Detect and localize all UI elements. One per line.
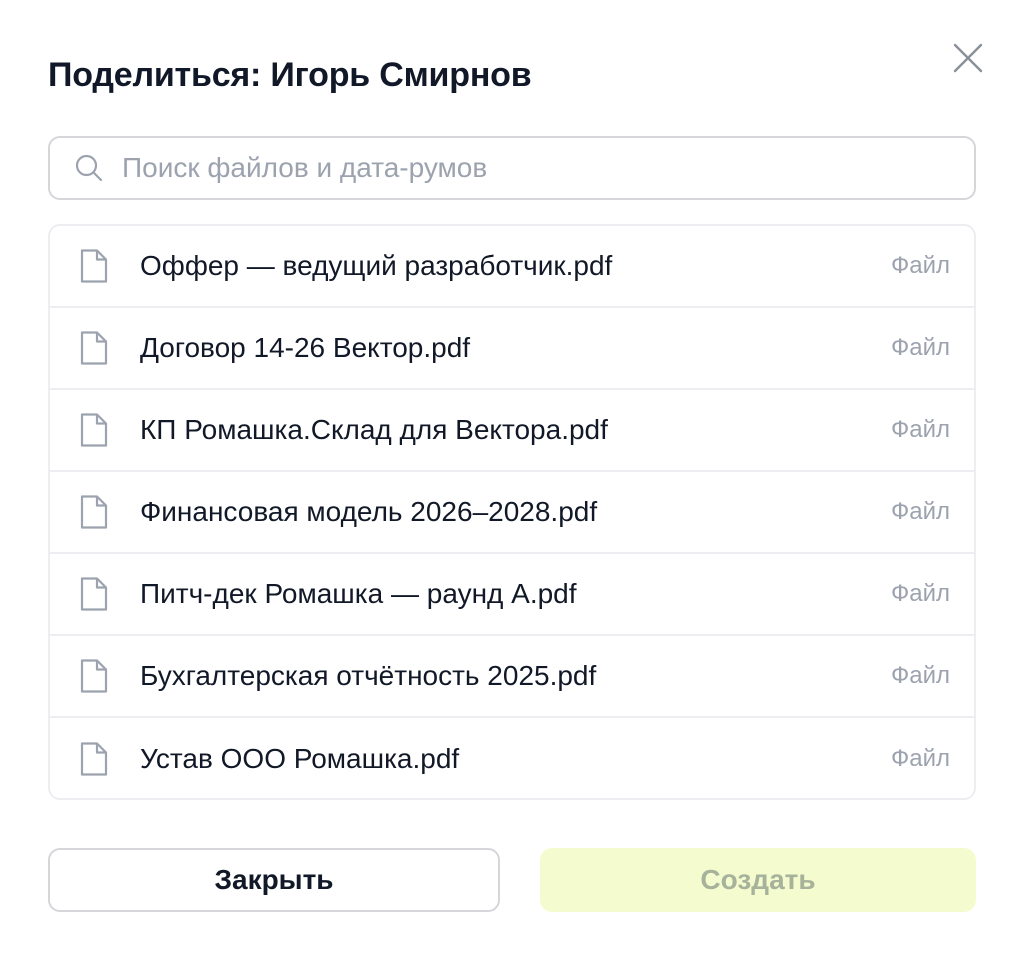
file-list: Оффер — ведущий разработчик.pdf Файл Догов… (48, 224, 976, 800)
file-type-label: Файл (890, 580, 950, 607)
file-row[interactable]: КП Ромашка.Склад для Вектора.pdf Файл (50, 390, 974, 472)
file-row[interactable]: Договор 14-26 Вектор.pdf Файл (50, 308, 974, 390)
create-button[interactable]: Создать (540, 848, 976, 912)
file-icon (78, 411, 110, 449)
search-input[interactable] (120, 139, 974, 197)
file-name: Питч-дек Ромашка — раунд А.pdf (140, 578, 577, 609)
file-name: Финансовая модель 2026–2028.pdf (140, 496, 598, 527)
file-type-label: Файл (890, 498, 950, 525)
file-name: Устав ООО Ромашка.pdf (140, 743, 460, 774)
file-row[interactable]: Питч-дек Ромашка — раунд А.pdf Файл (50, 554, 974, 636)
file-name: КП Ромашка.Склад для Вектора.pdf (140, 414, 608, 445)
file-icon (78, 329, 110, 367)
file-icon (78, 575, 110, 613)
file-row[interactable]: Устав ООО Ромашка.pdf Файл (50, 718, 974, 798)
dialog-title: Поделиться: Игорь Смирнов (48, 56, 532, 94)
file-name: Оффер — ведущий разработчик.pdf (140, 250, 613, 281)
file-type-label: Файл (890, 745, 950, 772)
search-icon (74, 153, 104, 183)
file-icon (78, 740, 110, 778)
file-type-label: Файл (890, 662, 950, 689)
search-box (48, 136, 976, 200)
file-icon (78, 657, 110, 695)
file-type-label: Файл (890, 334, 950, 361)
file-row[interactable]: Оффер — ведущий разработчик.pdf Файл (50, 226, 974, 308)
close-dialog-button[interactable] (948, 38, 988, 78)
file-row[interactable]: Бухгалтерская отчётность 2025.pdf Файл (50, 636, 974, 718)
file-name: Договор 14-26 Вектор.pdf (140, 332, 471, 363)
share-dialog: Поделиться: Игорь Смирнов Оффер — ведущи… (0, 0, 1024, 960)
file-name: Бухгалтерская отчётность 2025.pdf (140, 660, 597, 691)
close-icon (953, 43, 983, 73)
file-icon (78, 493, 110, 531)
file-icon (78, 247, 110, 285)
file-type-label: Файл (890, 416, 950, 443)
close-button[interactable]: Закрыть (48, 848, 500, 912)
file-row[interactable]: Финансовая модель 2026–2028.pdf Файл (50, 472, 974, 554)
file-type-label: Файл (890, 252, 950, 279)
